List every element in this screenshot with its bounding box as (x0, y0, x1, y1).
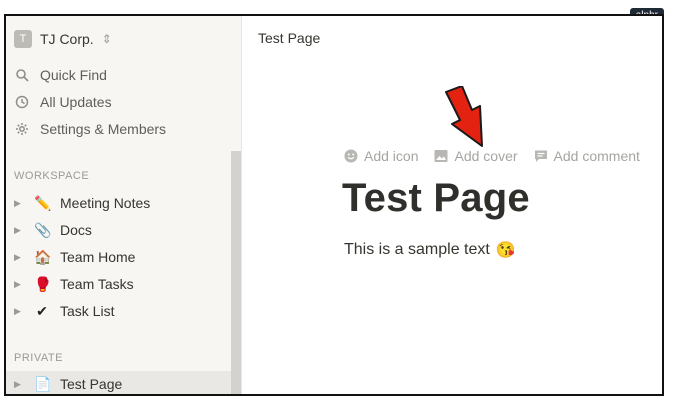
kissing-face-icon: 😘 (495, 242, 516, 259)
expand-triangle-icon[interactable]: ▶ (14, 279, 24, 290)
expand-triangle-icon[interactable]: ▶ (14, 252, 24, 263)
add-comment-label: Add comment (553, 148, 640, 164)
document-icon: 📄 (34, 375, 52, 392)
sidebar-item-quick-find[interactable]: Quick Find (14, 62, 107, 88)
page-title[interactable]: Test Page (342, 176, 530, 221)
clock-icon (14, 94, 30, 110)
add-cover-button[interactable]: Add cover (434, 148, 518, 164)
sidebar: T TJ Corp. ⇕ Quick Find All Updates Sett… (6, 16, 242, 394)
sidebar-page-meeting-notes[interactable]: ▶ ✏️ Meeting Notes (14, 190, 150, 216)
sidebar-scrollbar[interactable] (231, 151, 241, 394)
add-icon-button[interactable]: Add icon (344, 148, 418, 164)
sidebar-item-label: All Updates (40, 94, 112, 110)
add-cover-label: Add cover (454, 148, 518, 164)
house-icon: 🏠 (34, 248, 52, 265)
image-icon (434, 149, 448, 163)
search-icon (14, 67, 30, 83)
notion-window: T TJ Corp. ⇕ Quick Find All Updates Sett… (4, 14, 664, 396)
page-label: Test Page (60, 376, 123, 392)
page-label: Docs (60, 222, 92, 238)
page-text: This is a sample text (344, 241, 490, 258)
page-label: Team Tasks (60, 276, 134, 292)
expand-triangle-icon[interactable]: ▶ (14, 379, 24, 390)
add-comment-button[interactable]: Add comment (534, 148, 640, 164)
section-label-workspace: WORKSPACE (14, 170, 90, 182)
smiley-icon (344, 149, 358, 163)
sidebar-item-label: Quick Find (40, 67, 107, 83)
sidebar-item-label: Settings & Members (40, 121, 167, 137)
boxing-glove-icon: 🥊 (34, 275, 52, 292)
page-label: Task List (60, 303, 115, 319)
breadcrumb[interactable]: Test Page (258, 30, 320, 46)
sidebar-page-team-home[interactable]: ▶ 🏠 Team Home (14, 244, 135, 270)
workspace-name: TJ Corp. (40, 31, 94, 47)
pencil-icon: ✏️ (34, 194, 52, 211)
sidebar-page-task-list[interactable]: ▶ ✔ Task List (14, 298, 114, 324)
expand-triangle-icon[interactable]: ▶ (14, 198, 24, 209)
chevron-updown-icon: ⇕ (101, 32, 112, 46)
sidebar-item-all-updates[interactable]: All Updates (14, 89, 112, 115)
sidebar-page-docs[interactable]: ▶ 📎 Docs (14, 217, 92, 243)
sidebar-page-team-tasks[interactable]: ▶ 🥊 Team Tasks (14, 271, 134, 297)
checkmark-icon: ✔ (36, 302, 48, 319)
comment-icon (534, 149, 548, 163)
workspace-avatar: T (14, 30, 32, 48)
paperclip-icon: 📎 (34, 221, 52, 238)
sidebar-page-test-page[interactable]: ▶ 📄 Test Page (6, 371, 234, 394)
page-label: Team Home (60, 249, 136, 265)
sidebar-item-settings[interactable]: Settings & Members (14, 116, 166, 142)
add-icon-label: Add icon (364, 148, 419, 164)
annotation-arrow (445, 86, 483, 147)
expand-triangle-icon[interactable]: ▶ (14, 306, 24, 317)
page-text-block[interactable]: This is a sample text 😘 (344, 240, 516, 260)
sidebar-scrollbar-thumb[interactable] (231, 151, 241, 394)
gear-icon (14, 121, 30, 137)
expand-triangle-icon[interactable]: ▶ (14, 225, 24, 236)
page-actions: Add icon Add cover Add comment (344, 148, 640, 164)
page-label: Meeting Notes (60, 195, 151, 211)
workspace-switcher[interactable]: T TJ Corp. ⇕ (14, 26, 112, 52)
section-label-private: PRIVATE (14, 352, 63, 364)
